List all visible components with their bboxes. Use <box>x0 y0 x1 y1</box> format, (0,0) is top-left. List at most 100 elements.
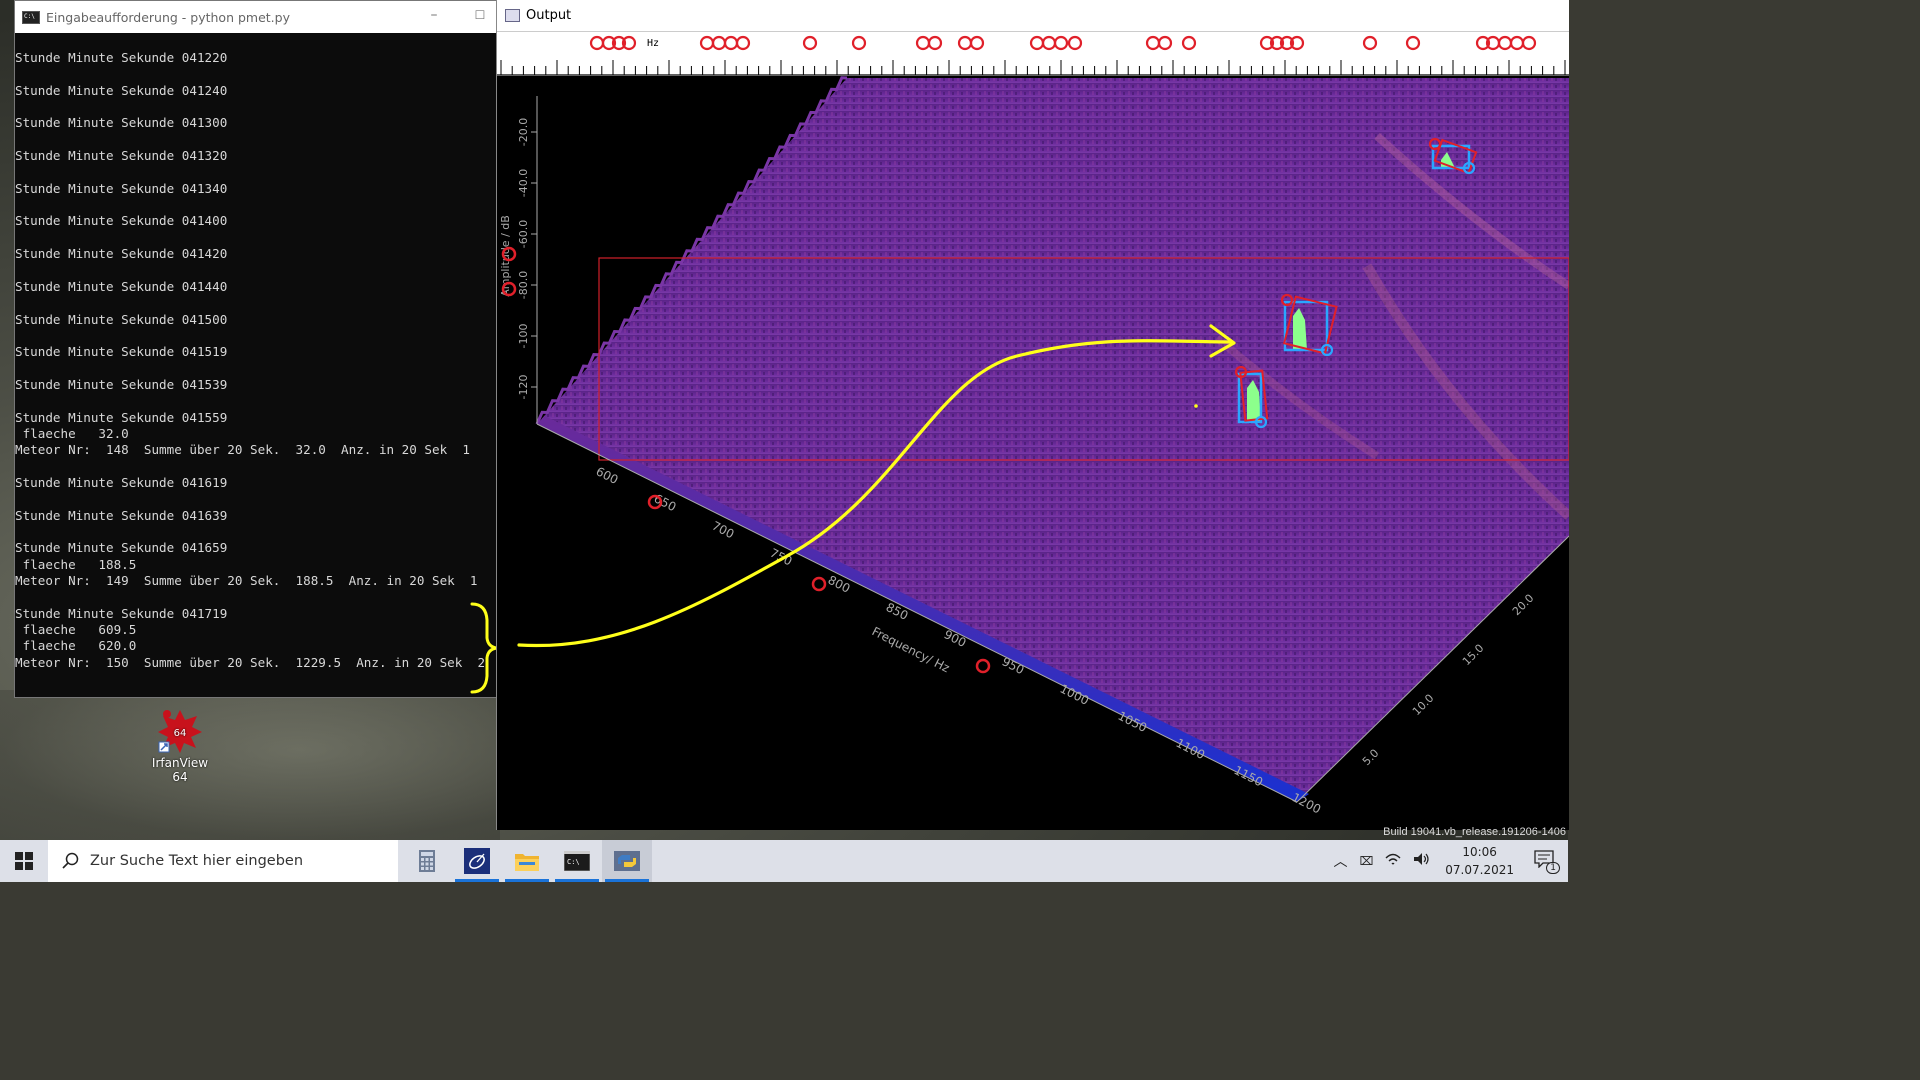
y-tick-label: -20.0 <box>517 118 530 146</box>
network-disconnected-icon[interactable]: ⌧ <box>1359 854 1373 868</box>
console-line: Stunde Minute Sekunde 041559 <box>15 409 228 425</box>
irfanview-icon: 64 <box>157 708 203 754</box>
console-line: flaeche 620.0 <box>15 638 137 654</box>
console-line: Stunde Minute Sekunde 041300 <box>15 115 228 131</box>
search-icon <box>62 852 79 869</box>
taskbar-search-box[interactable]: Zur Suche Text hier eingeben <box>48 840 398 882</box>
folder-icon <box>515 854 539 871</box>
console-line: Stunde Minute Sekunde 041400 <box>15 213 228 229</box>
console-titlebar[interactable]: Eingabeaufforderung - python pmet.py – ☐ <box>15 1 496 33</box>
y-tick-label: -80.0 <box>517 271 530 299</box>
python-icon <box>614 851 640 871</box>
ruler-unit-label: Hz <box>647 38 659 49</box>
start-button[interactable] <box>0 840 48 882</box>
console-line: Stunde Minute Sekunde 041340 <box>15 180 228 196</box>
wifi-icon[interactable] <box>1385 852 1401 870</box>
satellite-dish-icon <box>464 848 490 874</box>
console-line: Stunde Minute Sekunde 041639 <box>15 507 228 523</box>
svg-text:64: 64 <box>174 728 187 739</box>
console-line: Meteor Nr: 150 Summe über 20 Sek. 1229.5… <box>15 654 486 670</box>
irfanview-label: IrfanView 64 <box>151 756 209 784</box>
taskbar-python[interactable] <box>602 840 652 882</box>
x-tick-label: 600 <box>594 464 621 487</box>
output-title: Output <box>526 8 572 23</box>
notification-center-icon[interactable]: 1 <box>1534 850 1560 874</box>
marker-ring-icon <box>975 658 991 674</box>
clock-date: 07.07.2021 <box>1445 863 1514 877</box>
console-line: Stunde Minute Sekunde 041659 <box>15 540 228 556</box>
output-window[interactable]: Output Hz -20.0 -40.0 -60.0 -80.0 -100 -120 Am… <box>496 0 1569 830</box>
taskbar-file-explorer[interactable] <box>502 840 552 882</box>
taskbar: Zur Suche Text hier eingeben C:\ ︿ ⌧ 10:… <box>0 840 1568 882</box>
terminal-icon: C:\ <box>564 851 590 871</box>
console-line: Stunde Minute Sekunde 041420 <box>15 246 228 262</box>
console-line: Stunde Minute Sekunde 041220 <box>15 50 228 65</box>
z-tick-label: 5.0 <box>1360 747 1382 769</box>
x-axis-label: Frequency/ Hz <box>870 624 952 675</box>
console-output: Stunde Minute Sekunde 041220 Stunde Minu… <box>15 33 496 671</box>
taskbar-clock[interactable]: 10:06 07.07.2021 <box>1445 843 1514 879</box>
console-window[interactable]: Eingabeaufforderung - python pmet.py – ☐… <box>14 0 497 698</box>
console-line: Stunde Minute Sekunde 041440 <box>15 278 228 294</box>
chevron-up-icon[interactable]: ︿ <box>1333 851 1347 871</box>
y-tick-label: -40.0 <box>517 169 530 197</box>
system-tray: ︿ ⌧ 10:06 07.07.2021 1 <box>1327 840 1568 882</box>
z-tick-label: 15.0 <box>1460 642 1487 669</box>
y-tick-label: -60.0 <box>517 220 530 248</box>
x-tick-label: 700 <box>710 519 737 542</box>
cmd-icon <box>22 10 40 24</box>
console-line: Stunde Minute Sekunde 041619 <box>15 474 228 490</box>
z-tick-label: 10.0 <box>1410 692 1437 719</box>
z-tick-label: 20.0 <box>1510 592 1537 619</box>
console-line: Stunde Minute Sekunde 041519 <box>15 344 228 360</box>
taskbar-calculator[interactable] <box>402 840 452 882</box>
minimize-icon[interactable]: – <box>427 8 441 22</box>
irfanview-desktop-icon[interactable]: 64 IrfanView 64 <box>144 708 216 784</box>
taskbar-spectrum-app[interactable] <box>452 840 502 882</box>
maximize-icon[interactable]: ☐ <box>473 8 487 22</box>
output-titlebar[interactable]: Output <box>497 0 1569 32</box>
console-line: flaeche 609.5 <box>15 622 137 638</box>
console-line: Stunde Minute Sekunde 041320 <box>15 148 228 164</box>
console-line: Stunde Minute Sekunde 041240 <box>15 82 228 98</box>
y-tick-label: -120 <box>517 375 530 400</box>
windows-build-watermark: Build 19041.vb_release.191206-1406 <box>1383 826 1566 838</box>
notification-count: 1 <box>1546 862 1560 874</box>
console-line: Stunde Minute Sekunde 041539 <box>15 376 228 392</box>
marker-ring-icon <box>811 576 827 592</box>
console-line: Stunde Minute Sekunde 041500 <box>15 311 228 327</box>
frequency-ruler: Hz <box>497 32 1569 76</box>
spectrum-3d-plot: -20.0-40.0-60.0-80.0-100-120Amplitude / … <box>499 76 1569 817</box>
window-icon <box>505 9 520 22</box>
console-line: Meteor Nr: 149 Summe über 20 Sek. 188.5 … <box>15 573 478 588</box>
y-tick-label: -100 <box>517 324 530 349</box>
console-title: Eingabeaufforderung - python pmet.py <box>46 9 290 25</box>
console-line: Meteor Nr: 148 Summe über 20 Sek. 32.0 A… <box>15 442 470 458</box>
calculator-icon <box>419 850 435 872</box>
console-line: flaeche 188.5 <box>15 556 137 572</box>
windows-icon <box>15 852 33 870</box>
taskbar-command-prompt[interactable]: C:\ <box>552 840 602 882</box>
speaker-icon[interactable] <box>1413 852 1431 870</box>
spectrum-surface <box>537 78 1569 802</box>
console-line: Stunde Minute Sekunde 041719 <box>15 605 228 621</box>
console-line: flaeche 32.0 <box>15 425 129 441</box>
search-placeholder: Zur Suche Text hier eingeben <box>90 853 304 869</box>
svg-text:C:\: C:\ <box>567 858 580 866</box>
clock-time: 10:06 <box>1462 845 1497 859</box>
